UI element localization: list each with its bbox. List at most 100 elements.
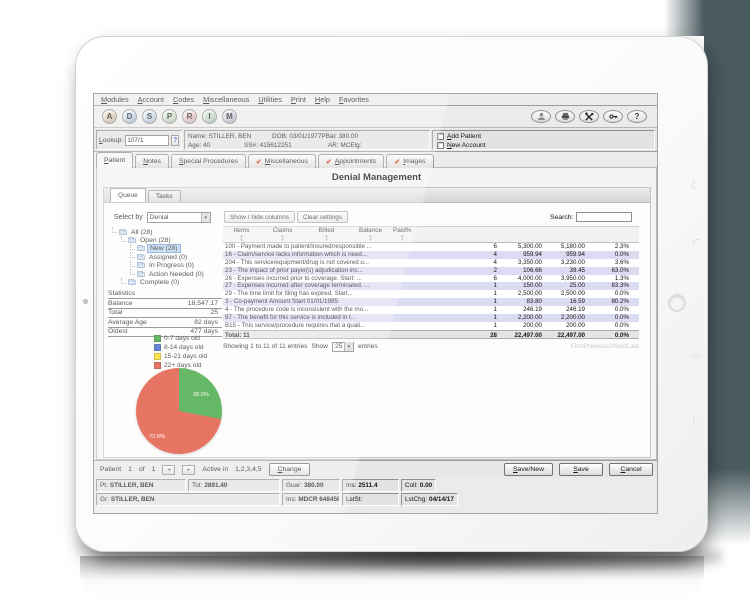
menu-item[interactable]: Miscellaneous <box>203 95 249 104</box>
module-tab[interactable]: ✔ Appointments <box>318 154 384 168</box>
module-button[interactable]: S <box>142 109 157 124</box>
statistic-row: Average Age82 days <box>108 318 222 328</box>
menu-item[interactable]: Utilities <box>258 95 282 104</box>
tree-item[interactable]: All (28) <box>110 228 222 236</box>
module-button[interactable]: A <box>102 109 117 124</box>
search-input[interactable] <box>576 212 632 222</box>
checkbox[interactable] <box>437 133 444 140</box>
status-bar-row2: Gr:STILLER, BENIns:MDCR 648456454LstSt:L… <box>94 493 657 506</box>
menu-item[interactable]: Codes <box>173 95 194 104</box>
module-button[interactable]: M <box>222 109 237 124</box>
statistics-block: Statistics Balance18,547.17 Total25 <box>108 290 222 337</box>
status-field: Ins:2511.4 <box>342 479 399 492</box>
menu-bar: Modules Account Codes Miscellaneous Utilitie… <box>94 94 657 106</box>
chevron-down-icon <box>344 342 353 351</box>
module-button[interactable]: P <box>162 109 177 124</box>
column-header[interactable]: Items <box>223 227 260 242</box>
menu-item[interactable]: Help <box>315 95 330 104</box>
folder-icon <box>137 255 145 260</box>
tree-item[interactable]: New (28) <box>110 245 222 253</box>
sort-icon <box>325 234 329 241</box>
module-button[interactable]: D <box>122 109 137 124</box>
select-by-dropdown[interactable]: Denial <box>147 212 211 223</box>
checkbox[interactable] <box>437 142 444 149</box>
active-in-value: 1,2,3,4,5 <box>235 466 261 473</box>
legend-swatch <box>154 362 161 369</box>
table-row[interactable]: 29 - The time limit for filing has expir… <box>223 290 639 298</box>
tablet-home-button <box>668 294 686 312</box>
module-tab[interactable]: ✔ Images <box>386 154 433 168</box>
next-patient-button[interactable]: ► <box>182 465 195 475</box>
menu-item[interactable]: Favorites <box>339 95 369 104</box>
table-row[interactable]: 26 - Expenses incurred prior to coverage… <box>223 275 639 283</box>
folder-icon <box>137 272 145 277</box>
table-row[interactable]: 3 - Co-payment Amount Start 01/01/199518… <box>223 298 639 306</box>
table-row[interactable]: 97 - The benefit for this service is inc… <box>223 314 639 322</box>
grid-button[interactable]: Show / hide columns <box>224 211 295 223</box>
module-tabs: ✔ Patient ✔ Notes ✔ Special Procedures ✔… <box>96 152 434 168</box>
column-header[interactable]: Billed <box>305 227 348 242</box>
tab-label: Special Procedures <box>179 158 238 165</box>
select-by-label: Select by <box>114 214 143 221</box>
printer-icon[interactable] <box>555 110 575 123</box>
save-new-button[interactable]: Save/New <box>504 463 553 476</box>
table-footer: Showing 1 to 11 of 11 entries Show 25 en… <box>223 342 639 352</box>
module-button[interactable]: I <box>202 109 217 124</box>
module-button[interactable]: R <box>182 109 197 124</box>
table-row[interactable]: 23 - The impact of prior payer(s) adjudi… <box>223 267 639 275</box>
background-top-right <box>664 0 704 36</box>
tree-connector <box>121 236 126 242</box>
patient-info-field: AR: MC <box>328 142 350 149</box>
tree-item[interactable]: Action Needed (0) <box>110 270 222 278</box>
cancel-button[interactable]: Cancel <box>609 463 653 476</box>
table-row[interactable]: B15 - This service/procedure requires th… <box>223 322 639 330</box>
tools-icon[interactable] <box>579 110 599 123</box>
table-row[interactable]: 4 - The procedure code is inconsistent w… <box>223 306 639 314</box>
statistic-row: Balance18,547.17 <box>108 299 222 309</box>
module-tab[interactable]: ✔ Special Procedures <box>171 154 246 168</box>
table-row[interactable]: 27 - Expenses incurred after coverage te… <box>223 282 639 290</box>
column-header[interactable]: Claims <box>260 227 305 242</box>
table-row[interactable]: 204 - This service/equipment/drug is not… <box>223 259 639 267</box>
lookup-help-button[interactable]: ? <box>171 135 179 146</box>
queue-tab[interactable]: Queue <box>110 188 146 202</box>
age-pie-chart: 28.0% 72.0% <box>136 368 222 454</box>
grid-button[interactable]: Clear settings <box>297 211 348 223</box>
column-header[interactable]: Balance <box>348 227 393 242</box>
change-button[interactable]: Change <box>269 463 311 476</box>
queue-tab[interactable]: Tasks <box>148 190 181 202</box>
search-row: Search: <box>550 212 632 222</box>
legend-row: 0-7 days old <box>154 334 207 343</box>
tree-item[interactable]: Complete (0) <box>110 278 222 286</box>
tree-item[interactable]: Assigned (0) <box>110 253 222 261</box>
menu-item[interactable]: Account <box>138 95 164 104</box>
menu-item[interactable]: Print <box>291 95 306 104</box>
queue-panel: QueueTasks Select by Denial All (28) <box>103 187 651 458</box>
legend-row: 8-14 days old <box>154 343 207 352</box>
table-row[interactable]: 100 - Payment made to patient/insured/re… <box>223 243 639 251</box>
tree-connector <box>121 278 126 284</box>
pagination-controls[interactable]: FirstPrevious1NextLast <box>571 343 639 350</box>
chevron-down-icon <box>201 213 210 222</box>
lookup-input[interactable] <box>125 135 169 146</box>
module-letter-buttons: ADSPRIM <box>102 109 237 124</box>
module-tab[interactable]: ✔ Patient <box>96 152 133 168</box>
table-body: 100 - Payment made to patient/insured/re… <box>223 243 639 330</box>
checkbox-label: New Account <box>447 142 486 149</box>
user-icon[interactable] <box>531 110 551 123</box>
menu-item[interactable]: Modules <box>101 95 129 104</box>
table-row[interactable]: 16 - Claim/service lacks information whi… <box>223 251 639 259</box>
tree-item[interactable]: In Progress (0) <box>110 262 222 270</box>
help-icon[interactable]: ? <box>627 110 647 123</box>
module-tab[interactable]: ✔ Notes <box>135 154 169 168</box>
key-icon[interactable] <box>603 110 623 123</box>
sort-icon <box>400 234 404 241</box>
page-size-dropdown[interactable]: 25 <box>332 342 354 352</box>
module-tab[interactable]: ✔ Miscellaneous <box>248 154 316 168</box>
column-header[interactable]: Paid% <box>393 227 411 242</box>
prev-patient-button[interactable]: ◄ <box>162 465 175 475</box>
patient-bar: Lookup: ? Name: STILLER, BENDOB: 03/01/1… <box>94 129 657 152</box>
patient-info-field: Age: 40 <box>188 142 244 149</box>
patient-info-field: PBal: 380.00 <box>321 133 358 140</box>
save-button[interactable]: Save <box>559 463 603 476</box>
